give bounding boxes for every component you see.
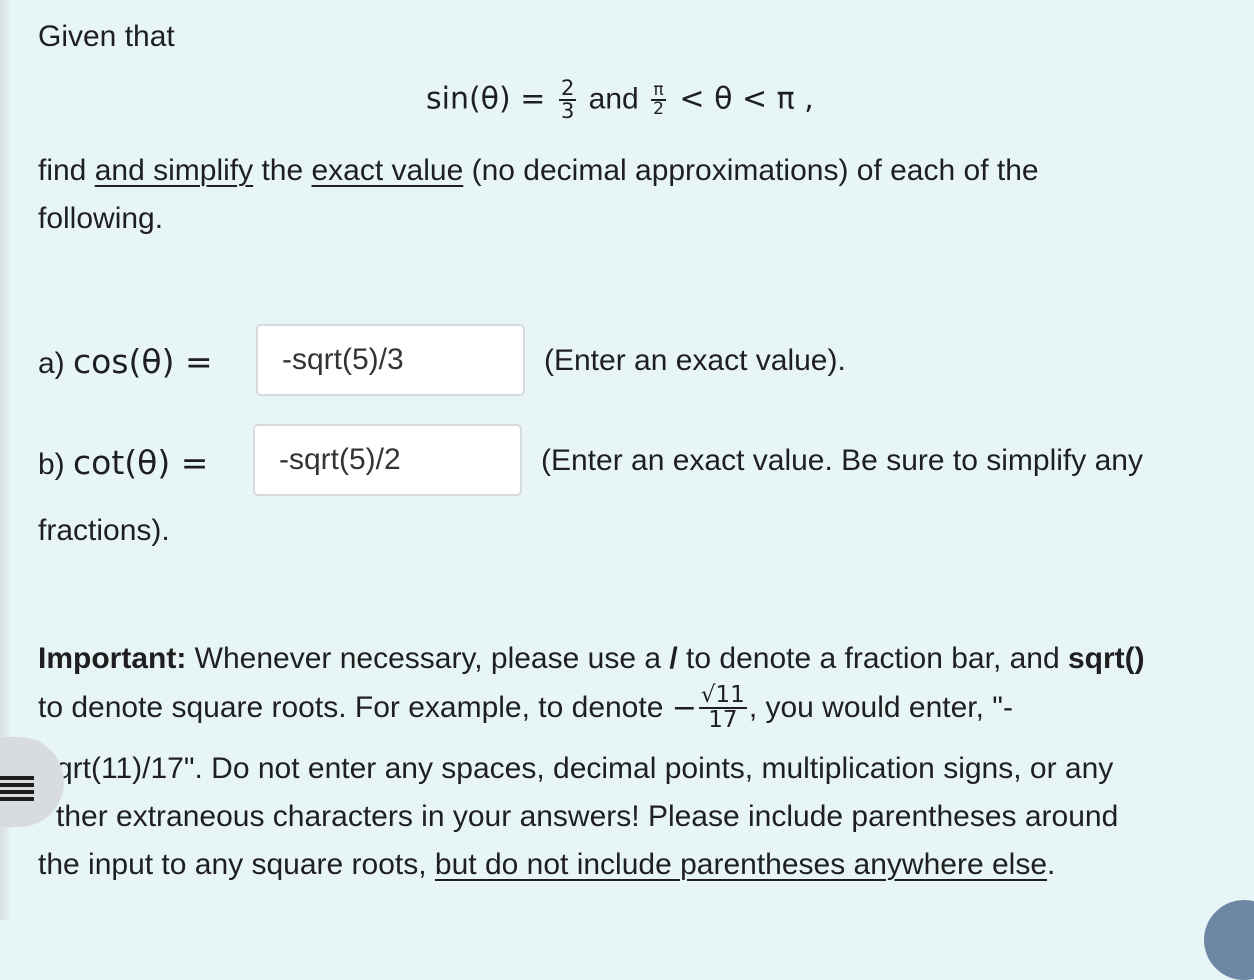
range-denominator: 2 xyxy=(651,99,666,119)
find-mid: the xyxy=(253,154,312,187)
part-a-function: cos(θ) = xyxy=(73,342,213,381)
important-line2-start: to denote square roots. For example, to … xyxy=(38,691,672,724)
important-line1: Important: Whenever necessary, please us… xyxy=(38,642,1145,676)
problem-content: Given that sin(θ) = 23 and π2 < θ < π , … xyxy=(38,0,1254,920)
important-line2: to denote square roots. For example, to … xyxy=(38,684,1013,732)
part-a-hint: (Enter an exact value). xyxy=(544,344,846,377)
important-line5-end: . xyxy=(1047,848,1056,881)
instructions-line2: following. xyxy=(38,202,164,235)
part-b-label: b) cot(θ) = xyxy=(38,443,208,482)
important-text2: to denote a fraction bar, and xyxy=(677,642,1068,675)
range-numerator: π xyxy=(653,80,664,100)
sin-fraction: 23 xyxy=(558,76,577,123)
example-denominator: 17 xyxy=(708,707,738,733)
given-text: Given that xyxy=(38,20,175,53)
instructions-line1: find and simplify the exact value (no de… xyxy=(38,154,1039,188)
range-rest: < θ < π , xyxy=(669,81,814,117)
sin-expression: sin(θ) = xyxy=(426,81,555,117)
important-line2-end: , you would enter, "- xyxy=(748,691,1013,724)
part-b-answer-input[interactable] xyxy=(253,424,522,496)
important-line3: qrt(11)/17". Do not enter any spaces, de… xyxy=(56,752,1114,785)
find-prefix: find xyxy=(38,154,95,187)
part-a-letter: a) xyxy=(38,347,74,380)
range-fraction: π2 xyxy=(651,82,666,118)
find-suffix: (no decimal approximations) of each of t… xyxy=(463,154,1039,187)
list-menu-icon[interactable] xyxy=(0,776,34,804)
given-equation: sin(θ) = 23 and π2 < θ < π , xyxy=(426,78,814,122)
important-line4: ther extraneous characters in your answe… xyxy=(56,800,1119,833)
sqrt-keyword: sqrt() xyxy=(1068,642,1145,675)
and-simplify-link[interactable]: and simplify xyxy=(95,154,253,187)
important-line5-start: the input to any square roots, xyxy=(38,848,435,881)
part-b-hint-continued: fractions). xyxy=(38,514,170,547)
and-word: and xyxy=(580,82,648,116)
important-label: Important: xyxy=(38,642,187,675)
slash-symbol: / xyxy=(669,642,678,675)
example-numerator: √11 xyxy=(698,682,747,709)
part-a-label: a) cos(θ) = xyxy=(38,342,213,381)
sin-numerator: 2 xyxy=(560,76,575,100)
sin-denominator: 3 xyxy=(558,99,577,123)
important-text1: Whenever necessary, please use a xyxy=(186,642,670,675)
important-line5: the input to any square roots, but do no… xyxy=(38,848,1055,882)
part-a-answer-input[interactable] xyxy=(256,324,525,396)
example-negative-sign: − xyxy=(671,690,697,726)
part-b-function: cot(θ) = xyxy=(73,443,209,482)
no-parentheses-link[interactable]: but do not include parentheses anywhere … xyxy=(435,848,1047,881)
example-fraction: √11 17 xyxy=(698,682,747,733)
exact-value-link[interactable]: exact value xyxy=(312,154,464,187)
part-b-letter: b) xyxy=(38,448,74,481)
part-b-hint: (Enter an exact value. Be sure to simpli… xyxy=(541,444,1143,477)
